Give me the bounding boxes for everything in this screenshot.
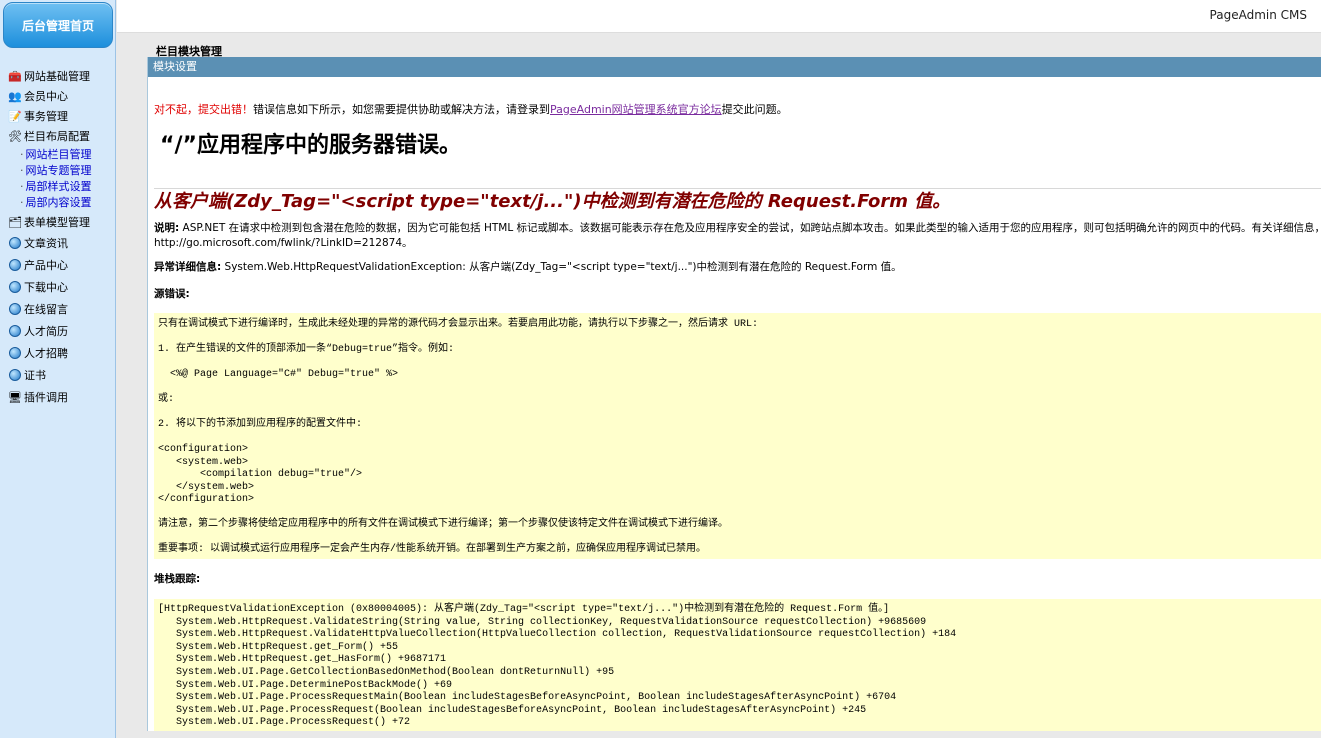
- stack-line: System.Web.UI.Page.GetCollectionBasedOnM…: [158, 666, 615, 678]
- source-line: 只有在调试模式下进行编译时，生成此未经处理的异常的源代码才会显示出来。若要启用此…: [158, 319, 759, 330]
- forum-link[interactable]: PageAdmin网站管理系统官方论坛: [550, 103, 722, 116]
- sidebar-subitem-content-settings[interactable]: · 局部内容设置: [8, 194, 114, 210]
- exception-label: 异常详细信息:: [154, 261, 222, 273]
- error-intro-warning: 对不起，提交出错！: [154, 103, 253, 116]
- brand-name: PageAdmin CMS: [1209, 8, 1307, 22]
- sidebar-item-label: 网站基础管理: [24, 70, 90, 83]
- stack-line: System.Web.UI.Page.ProcessRequest() +72: [158, 717, 411, 729]
- source-line: 重要事项: 以调试模式运行应用程序一定会产生内存/性能系统开销。在部署到生产方案…: [158, 544, 707, 555]
- bullet-icon: ·: [20, 163, 24, 177]
- description-label: 说明:: [154, 222, 180, 234]
- notepad-icon: 📝: [8, 109, 22, 123]
- exception-text: System.Web.HttpRequestValidationExceptio…: [221, 261, 902, 273]
- description-text: ASP.NET 在请求中检测到包含潜在危险的数据，因为它可能包括 HTML 标记…: [179, 222, 1321, 234]
- bullet-icon: ·: [20, 195, 24, 209]
- sidebar-item-resumes[interactable]: 人才简历: [8, 320, 114, 342]
- source-line: 请注意，第二个步骤将使给定应用程序中的所有文件在调试模式下进行编译；第一个步骤仅…: [158, 519, 728, 530]
- sidebar-item-downloads[interactable]: 下载中心: [8, 276, 114, 298]
- stack-line: System.Web.HttpRequest.ValidateHttpValue…: [158, 629, 957, 641]
- sidebar-item-label: 证书: [24, 369, 46, 382]
- sidebar-item-label: 事务管理: [24, 110, 68, 123]
- stack-line: System.Web.UI.Page.DeterminePostBackMode…: [158, 679, 453, 691]
- module-settings-panel: 模块设置 对不起，提交出错！错误信息如下所示，如您需要提供协助或解决方法，请登录…: [147, 57, 1321, 731]
- globe-icon: [8, 302, 22, 316]
- exception-details: 异常详细信息: System.Web.HttpRequestValidation…: [154, 260, 902, 275]
- stack-line: System.Web.UI.Page.ProcessRequest(Boolea…: [158, 704, 867, 716]
- globe-icon: [8, 280, 22, 294]
- globe-icon: [8, 258, 22, 272]
- stack-line: [HttpRequestValidationException (0x80004…: [158, 604, 890, 615]
- sidebar-item-label: 产品中心: [24, 259, 68, 272]
- sidebar-item-certificates[interactable]: 证书: [8, 364, 114, 386]
- sidebar-item-label: 人才招聘: [24, 347, 68, 360]
- source-line: 或:: [158, 394, 175, 405]
- sidebar-item-label: 会员中心: [24, 90, 68, 103]
- toolbox-icon: 🧰: [8, 69, 22, 83]
- sidebar-item-label: 插件调用: [24, 391, 68, 404]
- stack-line: System.Web.HttpRequest.get_Form() +55: [158, 641, 399, 653]
- sidebar-item-label: 下载中心: [24, 281, 68, 294]
- sidebar-item-form-models[interactable]: 🗂 表单模型管理: [8, 212, 114, 232]
- description-link[interactable]: http://go.microsoft.com/fwlink/?LinkID=2…: [154, 237, 413, 249]
- source-line: <%@ Page Language="C#" Debug="true" %>: [158, 369, 399, 380]
- globe-icon: [8, 346, 22, 360]
- sidebar-subitem-label: 局部内容设置: [25, 196, 92, 209]
- form-icon: 🗂: [8, 215, 22, 229]
- sidebar-item-articles[interactable]: 文章资讯: [8, 232, 114, 254]
- stack-trace-label: 堆栈跟踪:: [154, 573, 201, 585]
- globe-icon: [8, 236, 22, 250]
- sidebar-subitem-label: 网站栏目管理: [25, 148, 92, 161]
- error-title: 从客户端(Zdy_Tag="<script type="text/j...")中…: [154, 191, 951, 212]
- sidebar: 后台管理首页 🧰 网站基础管理 👥 会员中心 📝 事务管理 🛠 栏目布局配置 ·…: [0, 0, 116, 738]
- user-group-icon: 👥: [8, 89, 22, 103]
- sidebar-nav: 🧰 网站基础管理 👥 会员中心 📝 事务管理 🛠 栏目布局配置 · 网站栏目管理…: [8, 66, 114, 408]
- bullet-icon: ·: [20, 179, 24, 193]
- sidebar-item-members[interactable]: 👥 会员中心: [8, 86, 114, 106]
- tools-icon: 🛠: [8, 129, 22, 143]
- sidebar-item-site-basic[interactable]: 🧰 网站基础管理: [8, 66, 114, 86]
- sidebar-item-affairs[interactable]: 📝 事务管理: [8, 106, 114, 126]
- sidebar-item-label: 文章资讯: [24, 237, 68, 250]
- sidebar-item-label: 栏目布局配置: [24, 130, 90, 143]
- sidebar-item-column-layout[interactable]: 🛠 栏目布局配置: [8, 126, 114, 146]
- bullet-icon: ·: [20, 147, 24, 161]
- globe-icon: [8, 324, 22, 338]
- panel-header: 模块设置: [148, 57, 1321, 77]
- error-intro-tail: 提交此问题。: [721, 103, 788, 116]
- source-line: 1. 在产生错误的文件的顶部添加一条“Debug=true”指令。例如:: [158, 344, 455, 355]
- error-intro-text: 错误信息如下所示，如您需要提供协助或解决方法，请登录到: [253, 103, 550, 116]
- top-bar: PageAdmin CMS: [117, 0, 1321, 33]
- sidebar-item-recruitment[interactable]: 人才招聘: [8, 342, 114, 364]
- sidebar-item-label: 在线留言: [24, 303, 68, 316]
- globe-icon: [8, 368, 22, 382]
- sidebar-subitem-style-settings[interactable]: · 局部样式设置: [8, 178, 114, 194]
- error-intro: 对不起，提交出错！错误信息如下所示，如您需要提供协助或解决方法，请登录到Page…: [154, 101, 788, 117]
- admin-home-button[interactable]: 后台管理首页: [3, 2, 113, 48]
- sidebar-item-label: 表单模型管理: [24, 216, 90, 229]
- sidebar-subitem-topic-manage[interactable]: · 网站专题管理: [8, 162, 114, 178]
- server-error-heading: “/”应用程序中的服务器错误。: [160, 133, 461, 158]
- sidebar-item-label: 人才简历: [24, 325, 68, 338]
- sidebar-item-plugins[interactable]: 🖥 插件调用: [8, 386, 114, 408]
- sidebar-subitem-label: 网站专题管理: [25, 164, 92, 177]
- config-snippet: <configuration> <system.web> <compilatio…: [158, 444, 363, 505]
- source-error-label: 源错误:: [154, 288, 190, 300]
- stack-line: System.Web.HttpRequest.ValidateString(St…: [158, 616, 927, 628]
- source-line: 2. 将以下的节添加到应用程序的配置文件中:: [158, 419, 363, 430]
- stack-line: System.Web.UI.Page.ProcessRequestMain(Bo…: [158, 692, 897, 704]
- stack-trace-box: [HttpRequestValidationException (0x80004…: [154, 599, 1321, 731]
- sidebar-item-messages[interactable]: 在线留言: [8, 298, 114, 320]
- error-description: 说明: ASP.NET 在请求中检测到包含潜在危险的数据，因为它可能包括 HTM…: [154, 221, 1321, 251]
- stack-line: System.Web.HttpRequest.get_HasForm() +96…: [158, 654, 447, 666]
- sidebar-subitem-label: 局部样式设置: [25, 180, 92, 193]
- sidebar-item-products[interactable]: 产品中心: [8, 254, 114, 276]
- source-error-box: 只有在调试模式下进行编译时，生成此未经处理的异常的源代码才会显示出来。若要启用此…: [154, 313, 1321, 559]
- sidebar-subitem-column-manage[interactable]: · 网站栏目管理: [8, 146, 114, 162]
- plugin-icon: 🖥: [8, 390, 22, 404]
